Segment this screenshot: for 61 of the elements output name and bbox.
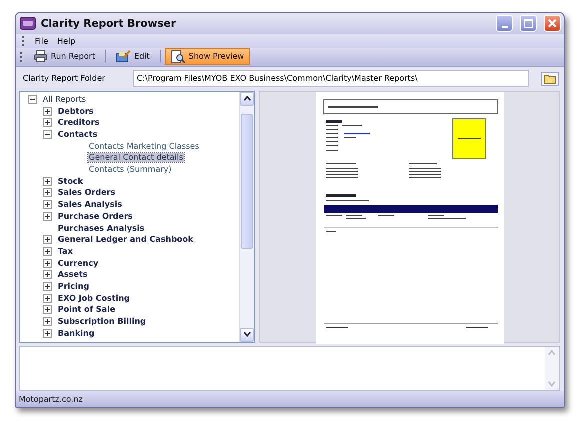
expand-icon[interactable] — [43, 106, 52, 116]
close-button[interactable] — [544, 15, 561, 32]
scroll-up-icon[interactable] — [240, 92, 254, 106]
folder-path-field[interactable]: C:\Program Files\MYOB EXO Business\Common\Clarity\Master Reports\ — [133, 70, 529, 88]
menu-item[interactable]: File — [35, 36, 48, 46]
tree-item[interactable]: Purchase Orders — [58, 212, 133, 221]
maximize-icon — [524, 19, 533, 28]
tree-item[interactable]: Banking — [58, 328, 95, 338]
document-magnifier-icon — [170, 50, 186, 64]
tree-item[interactable]: Sales Analysis — [58, 200, 122, 210]
tree-item[interactable]: EXO Job Costing — [58, 294, 130, 303]
expand-icon[interactable] — [43, 235, 52, 244]
collapse-icon[interactable] — [28, 94, 37, 104]
expand-icon[interactable] — [43, 212, 52, 221]
status-text: Motopartz.co.nz — [19, 394, 83, 404]
expand-icon[interactable] — [43, 328, 52, 338]
close-icon — [548, 19, 557, 28]
expand-icon[interactable] — [43, 282, 52, 291]
toolbar-button[interactable]: Run Report — [28, 48, 102, 66]
tree-item[interactable]: General Ledger and Cashbook — [58, 235, 194, 244]
tree-item[interactable]: Currency — [58, 258, 99, 268]
tree-item[interactable]: Tax — [58, 246, 73, 256]
collapse-icon[interactable] — [43, 130, 52, 139]
tree-item[interactable]: Debtors — [58, 106, 94, 116]
app-icon — [20, 17, 36, 30]
expand-icon[interactable] — [43, 258, 52, 268]
scroll-down-icon[interactable] — [240, 328, 254, 342]
tree-item[interactable]: Sales Orders — [58, 188, 116, 198]
expand-icon[interactable] — [43, 118, 52, 128]
expand-icon[interactable] — [43, 270, 52, 280]
maximize-button[interactable] — [520, 15, 537, 32]
tree-item[interactable]: Stock — [58, 176, 84, 186]
menu-item[interactable]: Help — [57, 36, 76, 46]
tree-item[interactable]: Pricing — [58, 282, 90, 291]
minimize-button[interactable] — [496, 15, 513, 32]
expand-icon[interactable] — [43, 176, 52, 186]
expand-icon[interactable] — [43, 188, 52, 198]
tree-item[interactable]: Contacts Marketing Classes — [88, 142, 200, 151]
tree-item[interactable]: Contacts (Summary) — [88, 165, 173, 174]
printer-icon — [34, 50, 48, 64]
tree-item[interactable]: General Contact details — [88, 153, 184, 162]
minimize-icon — [502, 26, 508, 28]
scrollbar[interactable] — [239, 92, 254, 342]
expand-icon[interactable] — [43, 200, 52, 210]
expand-icon[interactable] — [43, 305, 52, 314]
tree-item[interactable]: Contacts — [58, 130, 98, 139]
folder-pencil-icon — [116, 50, 132, 64]
tree-item[interactable]: Assets — [58, 270, 88, 280]
folder-icon[interactable] — [541, 72, 559, 86]
tree-item[interactable]: All Reports — [43, 94, 86, 104]
expand-icon[interactable] — [43, 294, 52, 303]
field-label: Clarity Report Folder — [23, 74, 106, 84]
toolbar-button[interactable]: Show Preview — [164, 48, 250, 66]
tree-item[interactable]: Point of Sale — [58, 305, 116, 314]
expand-icon[interactable] — [43, 246, 52, 256]
expand-icon[interactable] — [43, 317, 52, 326]
tree-item[interactable]: Subscription Billing — [58, 317, 146, 326]
window-title: Clarity Report Browser — [41, 18, 178, 30]
tree-item[interactable]: Creditors — [58, 118, 100, 128]
toolbar-button[interactable]: Edit — [110, 48, 156, 66]
tree-item[interactable]: Purchases Analysis — [58, 224, 145, 232]
